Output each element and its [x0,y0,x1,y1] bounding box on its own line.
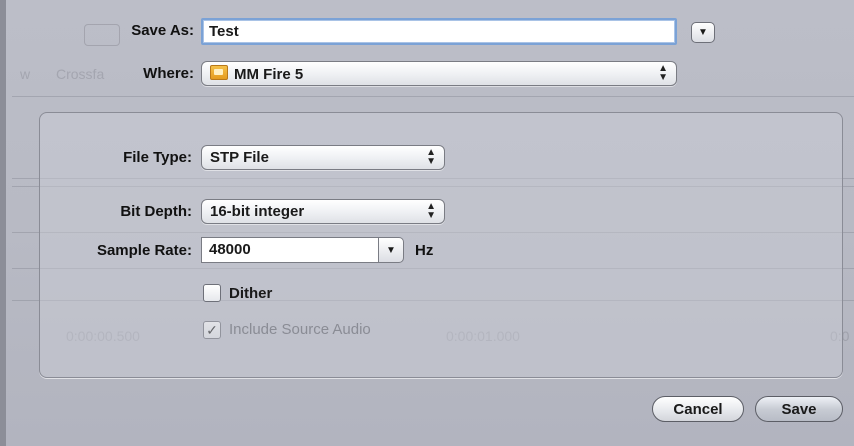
save-as-field[interactable]: Test [201,18,677,45]
bit-depth-value: 16-bit integer [210,203,305,220]
background-text-fragment: w [20,66,31,82]
dither-label: Dither [229,285,273,302]
expand-dialog-button[interactable]: ▼ [691,22,715,43]
up-down-arrows-icon: ▲ ▼ [658,63,668,83]
sample-rate-unit: Hz [415,242,434,259]
sample-rate-label: Sample Rate: [96,242,192,259]
checkmark-icon: ✓ [206,322,218,338]
file-type-value: STP File [210,149,269,166]
folder-icon [210,65,228,80]
chevron-down-icon: ▼ [698,27,708,38]
sample-rate-dropdown-button[interactable]: ▼ [378,237,404,263]
up-down-arrows-icon: ▲ ▼ [426,147,436,167]
background-divider [12,96,854,97]
bit-depth-popup[interactable]: 16-bit integer ▲ ▼ [201,199,445,224]
include-source-audio-label: Include Source Audio [229,321,371,338]
cancel-button[interactable]: Cancel [652,396,744,422]
sample-rate-field[interactable]: 48000 [201,237,378,263]
chevron-down-icon: ▼ [386,244,396,256]
where-label: Where: [143,65,194,82]
dither-checkbox[interactable] [203,284,221,302]
where-value: MM Fire 5 [234,66,304,83]
file-type-label: File Type: [123,149,192,166]
file-type-popup[interactable]: STP File ▲ ▼ [201,145,445,170]
up-down-arrows-icon: ▲ ▼ [426,201,436,221]
save-dialog-sheet: w Crossfa 0:00:00.500 0:00:01.000 0:0 Sa… [0,0,854,446]
include-source-audio-checkbox[interactable]: ✓ [203,321,221,339]
save-button[interactable]: Save [755,396,843,422]
background-button-ghost [84,24,120,46]
background-crossfade-text: Crossfa [56,66,105,82]
bit-depth-label: Bit Depth: [120,203,192,220]
save-as-label: Save As: [131,22,194,39]
where-popup[interactable]: MM Fire 5 ▲ ▼ [201,61,677,86]
